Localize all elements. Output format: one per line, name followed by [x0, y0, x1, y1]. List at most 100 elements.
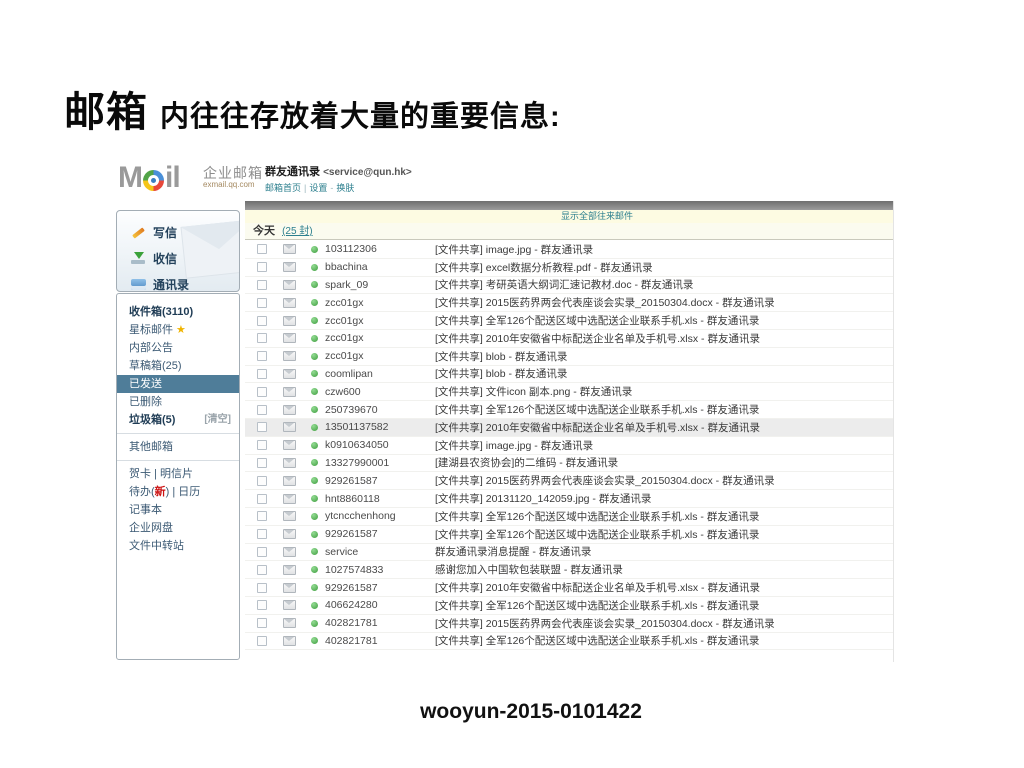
envelope-icon — [283, 600, 296, 611]
link-mail-home[interactable]: 邮箱首页 — [265, 183, 301, 193]
mail-row[interactable]: 402821781 [文件共享] 全军126个配送区域中选配送企业联系手机.xls… — [245, 633, 893, 651]
sidebar-folder-item[interactable]: 企业网盘 — [117, 519, 239, 537]
row-checkbox[interactable] — [257, 475, 267, 486]
mail-row[interactable]: zcc01gx [文件共享] 2015医药界两会代表座谈会实录_20150304.… — [245, 294, 893, 313]
row-checkbox[interactable] — [257, 422, 267, 433]
logo-colored-a-icon — [143, 169, 164, 191]
row-checkbox[interactable] — [257, 600, 267, 611]
mail-sender: zcc01gx — [325, 296, 364, 309]
group-contact-icon — [311, 423, 318, 431]
row-checkbox[interactable] — [257, 315, 267, 326]
group-contact-icon — [311, 548, 318, 556]
row-checkbox[interactable] — [257, 635, 267, 646]
mail-sender: bbachina — [325, 261, 368, 274]
row-checkbox[interactable] — [257, 618, 267, 629]
row-checkbox[interactable] — [257, 351, 267, 362]
mail-row[interactable]: hnt8860118 [文件共享] 20131120_142059.jpg - 群… — [245, 490, 893, 508]
mail-row[interactable]: k0910634050 [文件共享] image.jpg - 群友通讯录 — [245, 437, 893, 455]
mail-sender: 929261587 — [325, 528, 378, 541]
mail-rows: 103112306 [文件共享] image.jpg - 群友通讯录 bbachin… — [245, 241, 893, 651]
sidebar-folder-item[interactable]: 已删除 — [117, 393, 239, 411]
envelope-icon — [283, 404, 296, 415]
mail-row[interactable]: 929261587 [文件共享] 全军126个配送区域中选配送企业联系手机.xls… — [245, 526, 893, 544]
brand-name: 企业邮箱 — [203, 165, 263, 181]
folder-label: 记事本 — [129, 504, 162, 516]
folder-label: 已删除 — [129, 396, 162, 408]
group-contact-icon — [311, 352, 318, 360]
row-checkbox[interactable] — [257, 333, 267, 344]
sidebar-action-item[interactable]: 收信 — [131, 245, 239, 271]
row-checkbox[interactable] — [257, 368, 267, 379]
mail-row[interactable]: zcc01gx [文件共享] 2010年安徽省中标配送企业名单及手机号.xlsx … — [245, 330, 893, 348]
row-checkbox[interactable] — [257, 279, 267, 290]
row-checkbox[interactable] — [257, 404, 267, 415]
row-checkbox[interactable] — [257, 440, 267, 451]
mail-sender: k0910634050 — [325, 439, 389, 452]
mail-sender: 13501137582 — [325, 421, 389, 434]
row-checkbox[interactable] — [257, 244, 267, 255]
mail-logo: M il — [118, 161, 181, 195]
mail-row[interactable]: 250739670 [文件共享] 全军126个配送区域中选配送企业联系手机.xls… — [245, 401, 893, 419]
row-checkbox[interactable] — [257, 262, 267, 273]
row-checkbox[interactable] — [257, 582, 267, 593]
mail-subject: 群友通讯录消息提醒 - 群友通讯录 — [435, 546, 592, 559]
mail-row[interactable]: ytcncchenhong [文件共享] 全军126个配送区域中选配送企业联系手机… — [245, 508, 893, 526]
sidebar-action-item[interactable]: 写信 — [131, 219, 239, 245]
link-change-skin[interactable]: 换肤 — [336, 183, 354, 193]
logo-letters-il: il — [165, 161, 181, 194]
sidebar-folder-item[interactable]: 记事本 — [117, 501, 239, 519]
envelope-icon — [283, 262, 296, 273]
banner-link[interactable]: 显示全部往来邮件 — [561, 211, 633, 221]
sidebar-folder-item[interactable]: 其他邮箱 — [117, 438, 239, 456]
mail-row[interactable]: 1027574833 感谢您加入中国软包装联盟 - 群友通讯录 — [245, 561, 893, 580]
mail-row[interactable]: service 群友通讯录消息提醒 - 群友通讯录 — [245, 544, 893, 562]
group-contact-icon — [311, 334, 318, 342]
sidebar-actions-box: 写信 收信 通讯录 — [116, 210, 240, 292]
mail-row[interactable]: 13327990001 [建湖县农资协会]的二维码 - 群友通讯录 — [245, 455, 893, 473]
sidebar-folder-item[interactable]: 草稿箱(25) — [117, 357, 239, 375]
mail-row[interactable]: 402821781 [文件共享] 2015医药界两会代表座谈会实录_2015030… — [245, 615, 893, 633]
mail-row[interactable]: 103112306 [文件共享] image.jpg - 群友通讯录 — [245, 241, 893, 259]
mail-row[interactable]: bbachina [文件共享] excel数据分析教程.pdf - 群友通讯录 — [245, 259, 893, 277]
sidebar-folder-item[interactable]: 星标邮件 ★ — [117, 321, 239, 339]
mail-sender: czw600 — [325, 385, 361, 398]
row-checkbox[interactable] — [257, 493, 267, 504]
mail-sender: 13327990001 — [325, 456, 390, 469]
mail-row[interactable]: coomlipan [文件共享] blob - 群友通讯录 — [245, 366, 893, 384]
folder-label-part: ) | 日历 — [165, 486, 201, 498]
row-checkbox[interactable] — [257, 457, 267, 468]
empty-trash-link[interactable]: [清空] — [204, 411, 231, 429]
row-checkbox[interactable] — [257, 546, 267, 557]
row-checkbox[interactable] — [257, 511, 267, 522]
mail-row[interactable]: zcc01gx [文件共享] blob - 群友通讯录 — [245, 348, 893, 366]
mail-subject: [文件共享] 全军126个配送区域中选配送企业联系手机.xls - 群友通讯录 — [435, 315, 760, 328]
wooyun-report-id: wooyun-2015-0101422 — [420, 700, 642, 723]
row-checkbox[interactable] — [257, 297, 267, 308]
mail-row[interactable]: 13501137582 [文件共享] 2010年安徽省中标配送企业名单及手机号.x… — [245, 418, 893, 437]
sidebar-folder-item[interactable]: 文件中转站 — [117, 537, 239, 555]
group-count-link[interactable]: (25 封) — [282, 226, 313, 237]
envelope-icon — [283, 457, 296, 468]
sidebar-folder-item[interactable]: [清空] 垃圾箱(5) — [117, 411, 239, 429]
mail-subject: [文件共享] 2015医药界两会代表座谈会实录_20150304.docx - … — [435, 475, 775, 488]
link-settings[interactable]: 设置 — [309, 183, 327, 193]
sidebar-folder-item[interactable]: 贺卡 | 明信片 — [117, 465, 239, 483]
sidebar-folder-item[interactable]: 内部公告 — [117, 339, 239, 357]
mail-row[interactable]: 929261587 [文件共享] 2010年安徽省中标配送企业名单及手机号.xls… — [245, 579, 893, 597]
sidebar-folder-item[interactable]: 已发送 — [117, 375, 239, 393]
account-address: <service@qun.hk> — [323, 167, 412, 178]
row-checkbox[interactable] — [257, 529, 267, 540]
sidebar-action-item[interactable]: 通讯录 — [131, 271, 239, 291]
row-checkbox[interactable] — [257, 564, 267, 575]
link-separator: | — [304, 183, 307, 193]
mail-row[interactable]: spark_09 [文件共享] 考研英语大纲词汇速记教材.doc - 群友通讯录 — [245, 277, 893, 295]
sidebar-folder-item[interactable]: 待办(新) | 日历 — [117, 483, 239, 501]
sidebar-folder-item[interactable]: 收件箱(3110) — [117, 303, 239, 321]
row-checkbox[interactable] — [257, 386, 267, 397]
mail-sender: 1027574833 — [325, 563, 384, 576]
mail-row[interactable]: czw600 [文件共享] 文件icon 副本.png - 群友通讯录 — [245, 383, 893, 402]
mail-subject: [文件共享] blob - 群友通讯录 — [435, 368, 568, 381]
mail-row[interactable]: 929261587 [文件共享] 2015医药界两会代表座谈会实录_2015030… — [245, 472, 893, 491]
mail-row[interactable]: 406624280 [文件共享] 全军126个配送区域中选配送企业联系手机.xls… — [245, 597, 893, 615]
mail-row[interactable]: zcc01gx [文件共享] 全军126个配送区域中选配送企业联系手机.xls -… — [245, 312, 893, 330]
